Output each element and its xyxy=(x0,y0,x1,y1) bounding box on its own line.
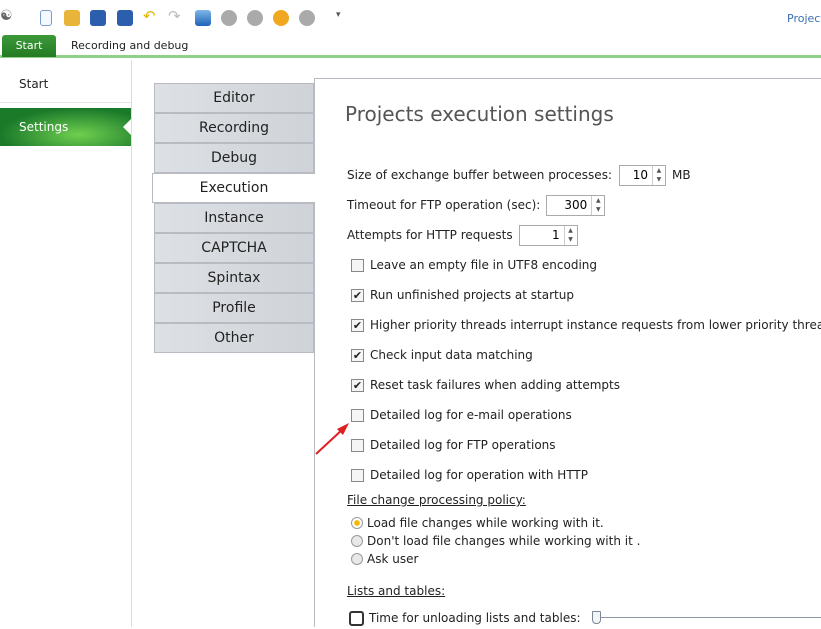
stepper-arrows[interactable]: ▲ ▼ xyxy=(563,225,577,245)
ribbon-tabs: Start Recording and debug xyxy=(0,34,821,58)
checkbox-label: Detailed log for operation with HTTP xyxy=(370,468,588,482)
sidebar: Start Settings xyxy=(0,60,132,627)
redo-icon[interactable]: ↷ xyxy=(168,7,184,25)
buffer-row: Size of exchange buffer between processe… xyxy=(347,164,691,186)
save-all-icon[interactable] xyxy=(117,10,133,26)
sidebar-item-start[interactable]: Start xyxy=(0,65,131,103)
unload-slider-thumb[interactable] xyxy=(592,611,601,624)
ribbon-tab-start[interactable]: Start xyxy=(2,35,56,57)
tab-editor[interactable]: Editor xyxy=(154,83,314,113)
ftp-stepper[interactable]: ▲▼ xyxy=(546,194,606,216)
checkbox[interactable]: ✔ xyxy=(351,348,364,362)
buffer-stepper[interactable]: ▲▼ xyxy=(618,164,666,186)
http-label: Attempts for HTTP requests xyxy=(347,228,513,242)
radio-label: Don't load file changes while working wi… xyxy=(367,534,641,548)
ftp-label: Timeout for FTP operation (sec): xyxy=(347,198,541,212)
buffer-label: Size of exchange buffer between processe… xyxy=(347,168,612,182)
checkbox-row[interactable]: Detailed log for e-mail operations xyxy=(347,404,572,426)
buffer-unit: MB xyxy=(671,168,691,182)
new-file-icon[interactable] xyxy=(40,10,52,26)
checkbox-label: Reset task failures when adding attempts xyxy=(370,378,620,392)
tab-execution[interactable]: Execution xyxy=(152,173,315,203)
checkbox[interactable] xyxy=(351,438,364,452)
checkbox-label: Check input data matching xyxy=(370,348,533,362)
radio-label: Load file changes while working with it. xyxy=(367,516,604,530)
stop-icon[interactable] xyxy=(299,10,315,26)
checkbox-label: Detailed log for FTP operations xyxy=(370,438,556,452)
checkbox-label: Leave an empty file in UTF8 encoding xyxy=(370,258,598,272)
http-input[interactable] xyxy=(519,225,564,245)
http-stepper[interactable]: ▲▼ xyxy=(518,224,578,246)
tab-instance[interactable]: Instance xyxy=(154,203,314,233)
project-label[interactable]: Project xyxy=(787,12,821,25)
page-title: Projects execution settings xyxy=(345,102,614,126)
radio-option[interactable]: Load file changes while working with it. xyxy=(347,514,604,532)
unload-label: Time for unloading lists and tables: xyxy=(369,611,581,625)
checkbox-row[interactable]: ✔ Check input data matching xyxy=(347,344,533,366)
checkbox-row[interactable]: Detailed log for FTP operations xyxy=(347,434,556,456)
annotation-arrow xyxy=(315,423,349,455)
play-icon[interactable] xyxy=(247,10,263,26)
save-icon[interactable] xyxy=(90,10,106,26)
checkbox-row[interactable]: ✔ Run unfinished projects at startup xyxy=(347,284,574,306)
tab-recording[interactable]: Recording xyxy=(154,113,314,143)
checkbox-row[interactable]: ✔ Reset task failures when adding attempt… xyxy=(347,374,620,396)
overflow-icon[interactable]: ▾ xyxy=(336,10,352,26)
checkbox-row[interactable]: ✔ Higher priority threads interrupt insta… xyxy=(347,314,821,336)
radio-button[interactable] xyxy=(351,517,363,529)
radio-label: Ask user xyxy=(367,552,419,566)
checkbox[interactable] xyxy=(351,408,364,422)
checkbox[interactable] xyxy=(351,468,364,482)
ribbon-tab-recording-debug[interactable]: Recording and debug xyxy=(57,35,202,57)
stepper-arrows[interactable]: ▲ ▼ xyxy=(591,195,604,215)
debug-play-icon[interactable] xyxy=(221,10,237,26)
checkbox-label: Run unfinished projects at startup xyxy=(370,288,574,302)
checkbox[interactable]: ✔ xyxy=(351,318,364,332)
open-folder-icon[interactable] xyxy=(64,10,80,26)
radio-option[interactable]: Ask user xyxy=(347,550,418,568)
unload-slider-track[interactable] xyxy=(600,617,821,618)
policy-title: File change processing policy: xyxy=(347,493,526,507)
refresh-icon[interactable] xyxy=(273,10,289,26)
radio-option[interactable]: Don't load file changes while working wi… xyxy=(347,532,640,550)
toolbar: ☯ ↶ ↷ ▾ Project xyxy=(0,0,821,34)
checkbox-label: Detailed log for e-mail operations xyxy=(370,408,572,422)
tab-captcha[interactable]: CAPTCHA xyxy=(154,233,314,263)
undo-icon[interactable]: ↶ xyxy=(143,7,159,25)
checkbox[interactable] xyxy=(351,258,364,272)
ftp-input[interactable] xyxy=(547,195,592,215)
tab-debug[interactable]: Debug xyxy=(154,143,314,173)
lists-title: Lists and tables: xyxy=(347,584,446,598)
clock-icon xyxy=(349,610,364,626)
radio-button[interactable] xyxy=(351,553,363,565)
checkbox[interactable]: ✔ xyxy=(351,378,364,392)
checkbox[interactable]: ✔ xyxy=(351,288,364,302)
checkbox-row[interactable]: Leave an empty file in UTF8 encoding xyxy=(347,254,597,276)
tab-spintax[interactable]: Spintax xyxy=(154,263,314,293)
tab-profile[interactable]: Profile xyxy=(154,293,314,323)
stepper-arrows[interactable]: ▲ ▼ xyxy=(651,165,665,185)
checkbox-label: Higher priority threads interrupt instan… xyxy=(370,318,821,332)
users-icon[interactable]: ☯ xyxy=(0,8,16,24)
ftp-row: Timeout for FTP operation (sec): ▲▼ xyxy=(347,194,611,216)
radio-button[interactable] xyxy=(351,535,363,547)
book-icon[interactable] xyxy=(195,10,211,26)
checkbox-row[interactable]: Detailed log for operation with HTTP xyxy=(347,464,588,486)
buffer-input[interactable] xyxy=(619,165,652,185)
http-row: Attempts for HTTP requests ▲▼ xyxy=(347,224,584,246)
tab-other[interactable]: Other xyxy=(154,323,314,353)
unload-row: Time for unloading lists and tables: xyxy=(349,607,581,629)
sidebar-item-settings[interactable]: Settings xyxy=(0,108,131,146)
